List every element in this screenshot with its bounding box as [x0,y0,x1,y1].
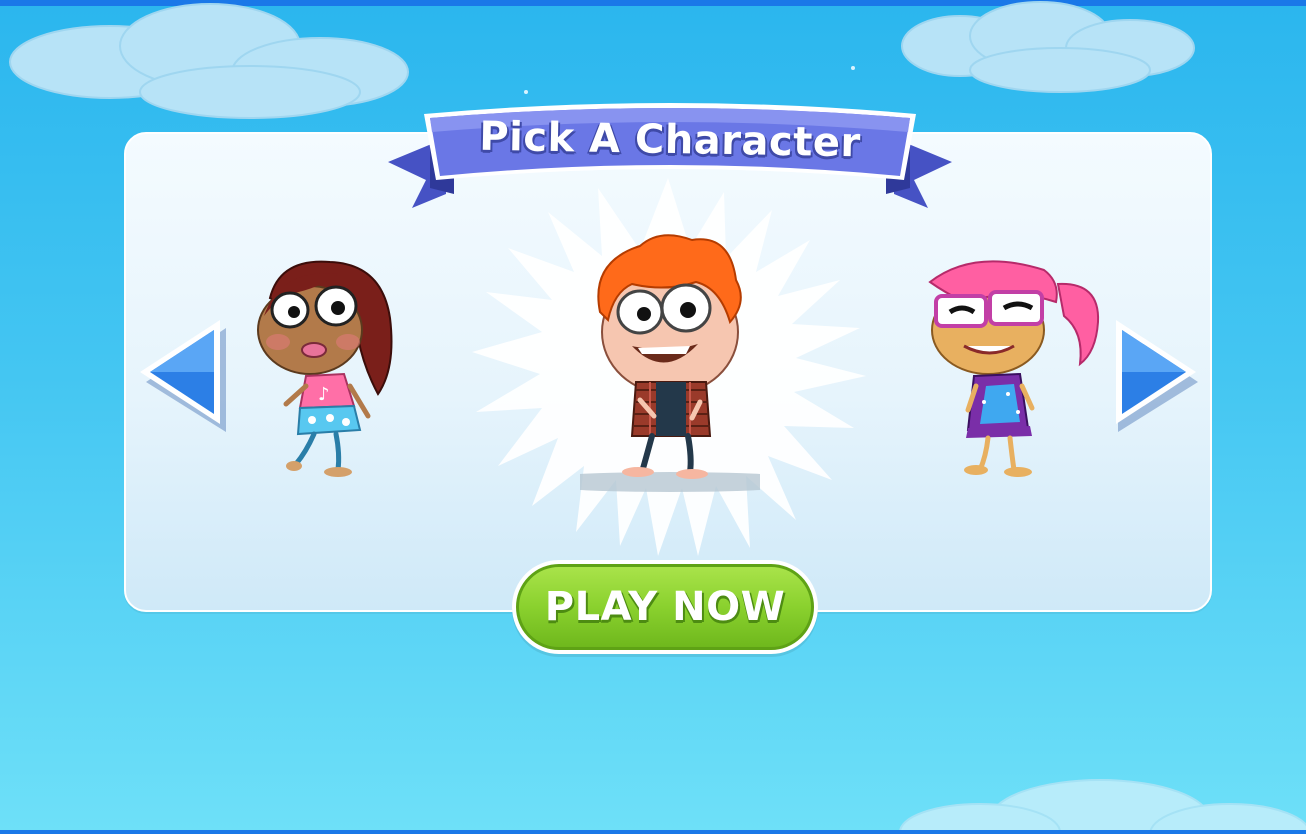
cloud-top-left [9,3,409,119]
previous-character-button[interactable] [136,314,226,434]
character-option-left[interactable]: ♪ [250,258,400,482]
svg-text:♪: ♪ [318,384,330,405]
arrow-left-icon [140,320,226,432]
next-character-button[interactable] [1110,314,1200,434]
page-title: Pick A Character [478,113,862,167]
character-option-right[interactable] [924,252,1104,482]
play-now-button[interactable]: PLAY NOW [512,560,818,654]
arrow-right-icon [1116,320,1198,432]
cloud-top-right [901,1,1195,93]
bottom-frame-bar [0,830,1306,834]
play-now-label: PLAY NOW [544,584,786,630]
cloud-bottom-right [899,779,1306,834]
play-now-button-face[interactable]: PLAY NOW [516,564,814,650]
character-option-center-selected[interactable] [580,232,760,494]
